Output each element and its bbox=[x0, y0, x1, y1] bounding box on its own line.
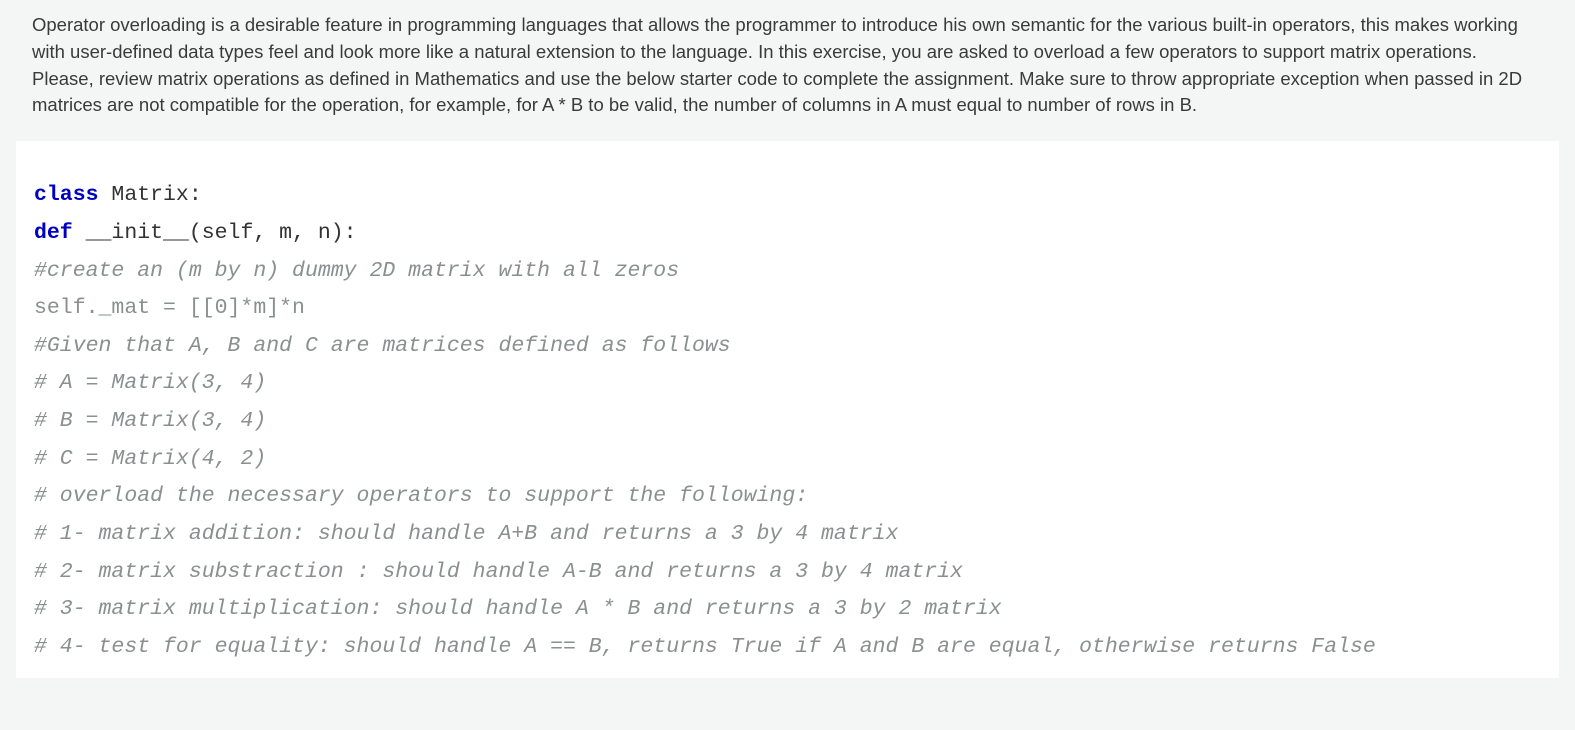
code-line-2: def __init__(self, m, n): bbox=[34, 215, 1541, 253]
code-line-10: # overload the necessary operators to su… bbox=[34, 478, 1541, 516]
keyword-def: def bbox=[34, 221, 73, 245]
code-text: Matrix: bbox=[99, 183, 202, 207]
code-line-1: class Matrix: bbox=[34, 177, 1541, 215]
code-line-13: # 3- matrix multiplication: should handl… bbox=[34, 591, 1541, 629]
code-line-4: self._mat = [[0]*m]*n bbox=[34, 290, 1541, 328]
code-line-11: # 1- matrix addition: should handle A+B … bbox=[34, 516, 1541, 554]
code-line-8: # B = Matrix(3, 4) bbox=[34, 403, 1541, 441]
code-line-14: # 4- test for equality: should handle A … bbox=[34, 629, 1541, 667]
instructions-paragraph: Operator overloading is a desirable feat… bbox=[0, 0, 1575, 137]
code-line-7: # A = Matrix(3, 4) bbox=[34, 365, 1541, 403]
code-text: __init__(self, m, n): bbox=[73, 221, 357, 245]
code-line-12: # 2- matrix substraction : should handle… bbox=[34, 554, 1541, 592]
code-block: class Matrix: def __init__(self, m, n): … bbox=[16, 141, 1559, 678]
code-line-3: #create an (m by n) dummy 2D matrix with… bbox=[34, 253, 1541, 291]
code-line-9: # C = Matrix(4, 2) bbox=[34, 441, 1541, 479]
code-line-6: #Given that A, B and C are matrices defi… bbox=[34, 328, 1541, 366]
keyword-class: class bbox=[34, 183, 99, 207]
